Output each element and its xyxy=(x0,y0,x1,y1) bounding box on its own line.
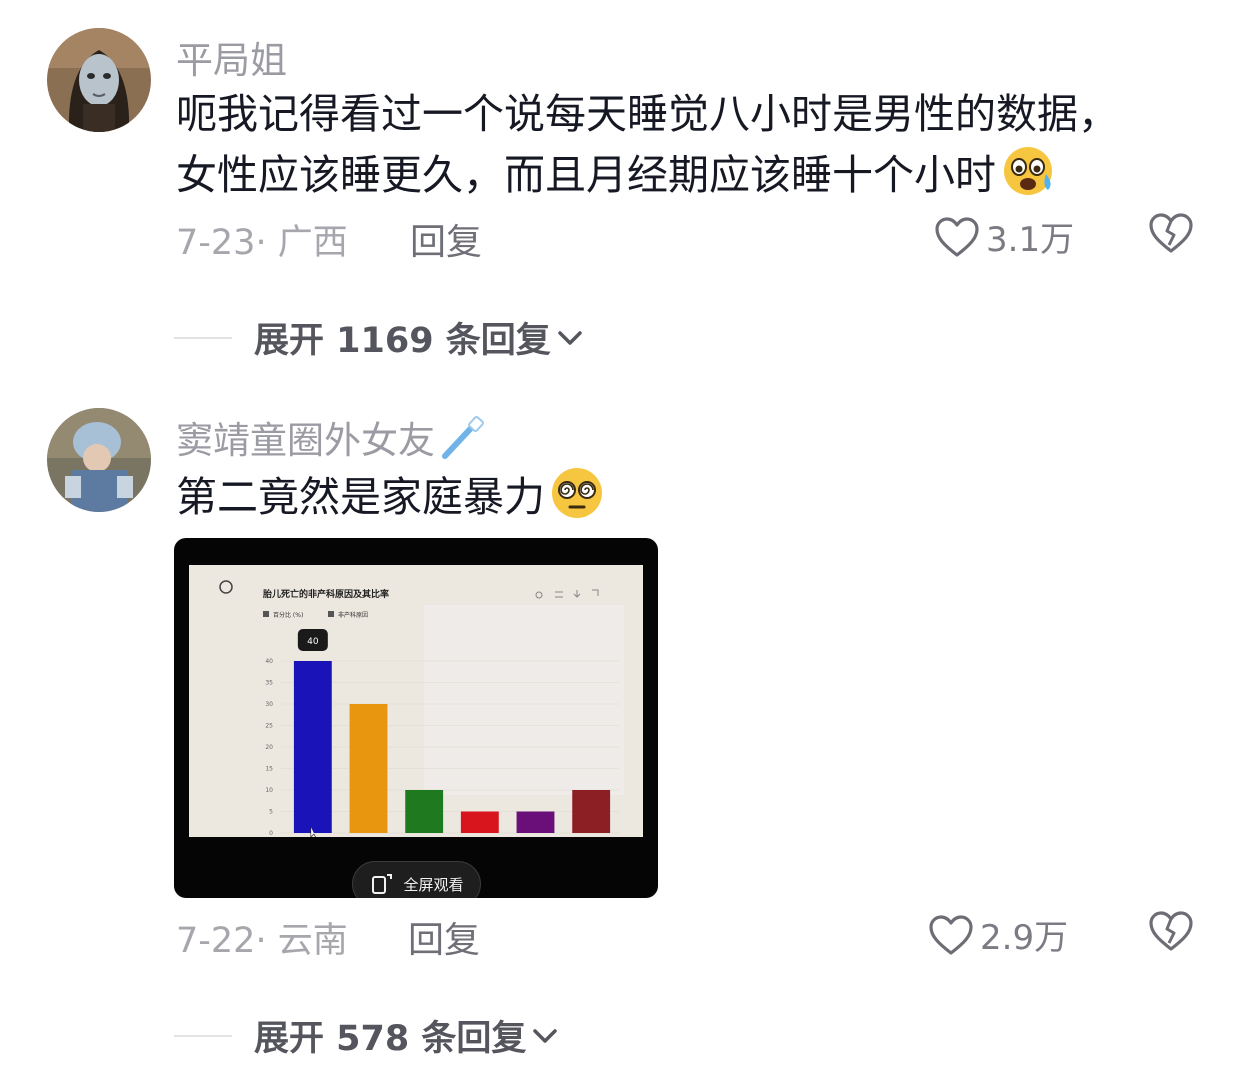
y-tick-label: 0 xyxy=(269,830,273,837)
y-tick-label: 20 xyxy=(265,744,273,751)
like-button[interactable]: 2.9万 xyxy=(928,910,1068,959)
comment-text-line1: 第二竟然是家庭暴力 xyxy=(176,473,545,521)
dislike-button[interactable] xyxy=(1148,212,1194,258)
fullscreen-button[interactable]: 全屏观看 xyxy=(352,861,481,898)
legend-swatch-icon xyxy=(263,611,269,617)
broken-heart-icon xyxy=(1149,213,1193,253)
like-count: 3.1万 xyxy=(986,220,1075,260)
y-tick-label: 40 xyxy=(265,658,273,665)
fullscreen-icon xyxy=(372,874,393,894)
comment-text-line1: 呃我记得看过一个说每天睡觉八小时是男性的数据， xyxy=(176,90,1119,138)
comment-text: 呃我记得看过一个说每天睡觉八小时是男性的数据， xyxy=(176,86,1119,142)
broken-heart-icon xyxy=(1149,911,1193,951)
dislike-button[interactable] xyxy=(1148,910,1194,956)
bar xyxy=(405,790,444,833)
comment-date: 7-22 xyxy=(176,921,256,961)
comment-meta: 7-22· 云南 xyxy=(176,912,348,963)
video-frame: 胎儿死亡的非产科原因及其比率 百分比 (%) 非产科原因 0 5 10 15 20 25 3… xyxy=(189,565,643,847)
tooltip-value: 40 xyxy=(307,637,319,647)
y-tick-label: 35 xyxy=(265,680,273,687)
chevron-down-icon xyxy=(533,1028,558,1043)
comment-location: · 广西 xyxy=(255,223,348,263)
chevron-down-icon xyxy=(558,330,582,345)
reply-button[interactable]: 回复 xyxy=(410,213,482,265)
y-tick-label: 5 xyxy=(269,809,273,816)
bar xyxy=(460,811,499,833)
bar xyxy=(293,661,332,833)
expand-replies-button[interactable]: 展开 578 条回复 xyxy=(174,1010,560,1061)
y-tick-label: 30 xyxy=(265,701,273,708)
fullscreen-label: 全屏观看 xyxy=(403,875,464,894)
comment-text-line2: 女性应该睡更久，而且月经期应该睡十个小时 xyxy=(176,151,996,199)
comment-text: 第二竟然是家庭暴力 xyxy=(176,466,607,534)
y-tick-label: 25 xyxy=(265,723,273,730)
reply-button[interactable]: 回复 xyxy=(408,911,480,963)
avatar[interactable] xyxy=(47,408,151,512)
y-tick-label: 10 xyxy=(265,787,273,794)
bar xyxy=(349,704,388,833)
bar xyxy=(572,790,611,833)
expand-replies-label: 展开 1169 条回复 xyxy=(254,321,551,361)
username-text: 窦靖童圈外女友 xyxy=(176,419,435,462)
heart-icon xyxy=(929,914,973,955)
bar-chart: 胎儿死亡的非产科原因及其比率 百分比 (%) 非产科原因 0 5 10 15 20 25 3… xyxy=(189,565,643,847)
username[interactable]: 窦靖童圈外女友 xyxy=(176,410,485,469)
heart-icon xyxy=(935,216,979,257)
like-button[interactable]: 3.1万 xyxy=(934,212,1074,261)
anxious-face-emoji-icon xyxy=(1000,144,1058,212)
comment-meta: 7-23· 广西 xyxy=(176,214,348,265)
toothbrush-icon xyxy=(439,416,485,469)
divider xyxy=(174,336,232,339)
bar xyxy=(516,811,555,833)
like-count: 2.9万 xyxy=(980,918,1069,958)
legend-label: 百分比 (%) xyxy=(273,611,303,619)
username[interactable]: 平局姐 xyxy=(176,30,287,84)
divider xyxy=(174,1034,232,1037)
legend-label: 非产科原因 xyxy=(338,611,368,619)
avatar[interactable] xyxy=(47,28,151,132)
chart-title: 胎儿死亡的非产科原因及其比率 xyxy=(262,588,389,600)
expand-replies-button[interactable]: 展开 1169 条回复 xyxy=(174,312,585,363)
video-player[interactable]: 胎儿死亡的非产科原因及其比率 百分比 (%) 非产科原因 0 5 10 15 20 25 3… xyxy=(174,538,658,898)
comment-location: · 云南 xyxy=(255,921,348,961)
comment-date: 7-23 xyxy=(176,223,256,263)
expand-replies-label: 展开 578 条回复 xyxy=(254,1019,527,1059)
legend-swatch-icon xyxy=(328,611,334,617)
comment-text: 女性应该睡更久，而且月经期应该睡十个小时 xyxy=(176,144,1058,212)
y-tick-label: 15 xyxy=(265,766,273,773)
spiral-eyes-face-emoji-icon xyxy=(549,466,607,534)
